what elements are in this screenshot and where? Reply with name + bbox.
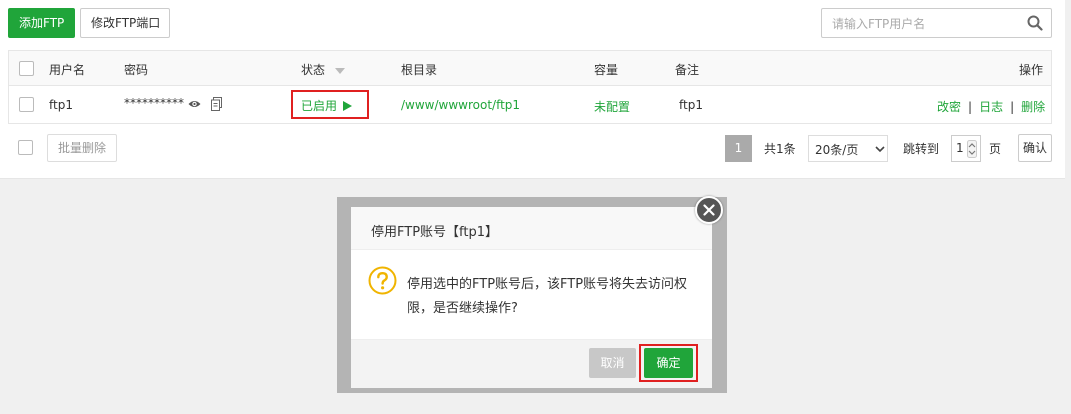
page-current[interactable]: 1 (725, 135, 752, 162)
table-header: 用户名 密码 状态 根目录 容量 备注 操作 (9, 51, 1051, 86)
ftp-table: 用户名 密码 状态 根目录 容量 备注 操作 ftp1 ********** 已… (8, 50, 1052, 124)
divider: | (1010, 100, 1015, 114)
total-count: 共1条 (764, 142, 796, 156)
copy-icon[interactable] (211, 97, 222, 111)
panel-edge (1065, 0, 1071, 179)
select-all-checkbox[interactable] (19, 61, 34, 76)
play-icon (342, 101, 352, 111)
row-password: ********** (124, 96, 184, 110)
header-password: 密码 (124, 63, 149, 77)
edit-ftp-port-button[interactable]: 修改FTP端口 (80, 8, 170, 38)
stepper-icon[interactable] (967, 140, 977, 158)
header-capacity: 容量 (594, 63, 619, 77)
header-username: 用户名 (49, 63, 86, 77)
status-label: 已启用 (301, 99, 338, 113)
dialog-close-button[interactable] (695, 196, 723, 224)
jump-confirm-button[interactable]: 确认 (1018, 134, 1052, 162)
question-icon (368, 266, 397, 295)
row-checkbox[interactable] (19, 97, 34, 112)
row-remark[interactable]: ftp1 (679, 98, 703, 112)
status-toggle[interactable]: 已启用 (301, 97, 352, 114)
status-highlight: 已启用 (291, 90, 369, 119)
dialog-header: 停用FTP账号【ftp1】 (351, 207, 712, 250)
sort-down-icon (334, 67, 345, 74)
delete-link[interactable]: 删除 (1021, 100, 1045, 114)
header-actions: 操作 (1019, 63, 1044, 77)
search-icon[interactable] (1027, 15, 1043, 31)
root-dir-link[interactable]: /www/wwwroot/ftp1 (401, 98, 520, 112)
header-remark: 备注 (675, 63, 700, 77)
header-status-label: 状态 (301, 63, 326, 77)
per-page-value: 20条/页 (815, 143, 859, 157)
change-password-link[interactable]: 改密 (937, 100, 961, 114)
row-actions: 改密 | 日志 | 删除 (937, 98, 1045, 115)
header-root: 根目录 (401, 63, 438, 77)
page-unit: 页 (989, 142, 1002, 156)
capacity-link[interactable]: 未配置 (594, 98, 630, 115)
ftp-search-box (821, 8, 1052, 38)
eye-icon[interactable] (188, 99, 201, 109)
batch-delete-button[interactable]: 批量删除 (47, 134, 117, 162)
ftp-search-input[interactable] (832, 15, 1022, 33)
jump-page-input[interactable]: 1 (951, 135, 981, 162)
dialog-ok-button[interactable]: 确定 (644, 348, 693, 378)
dialog-cancel-button[interactable]: 取消 (589, 348, 636, 378)
jump-page-value: 1 (956, 141, 964, 155)
add-ftp-button[interactable]: 添加FTP (8, 8, 75, 38)
dialog-message: 停用选中的FTP账号后，该FTP账号将失去访问权限，是否继续操作? (407, 277, 688, 316)
log-link[interactable]: 日志 (979, 100, 1003, 114)
footer-select-all-checkbox[interactable] (18, 140, 33, 155)
row-username: ftp1 (49, 98, 73, 112)
jump-label: 跳转到 (903, 142, 940, 156)
header-status[interactable]: 状态 (301, 61, 345, 78)
close-icon (703, 204, 715, 216)
chevron-down-icon (875, 146, 885, 153)
table-row: ftp1 ********** 已启用 /www/wwwroot/ftp1 未配… (9, 86, 1051, 123)
per-page-select[interactable]: 20条/页 (808, 135, 888, 162)
divider: | (968, 100, 973, 114)
dialog-title: 停用FTP账号【ftp1】 (371, 225, 498, 240)
